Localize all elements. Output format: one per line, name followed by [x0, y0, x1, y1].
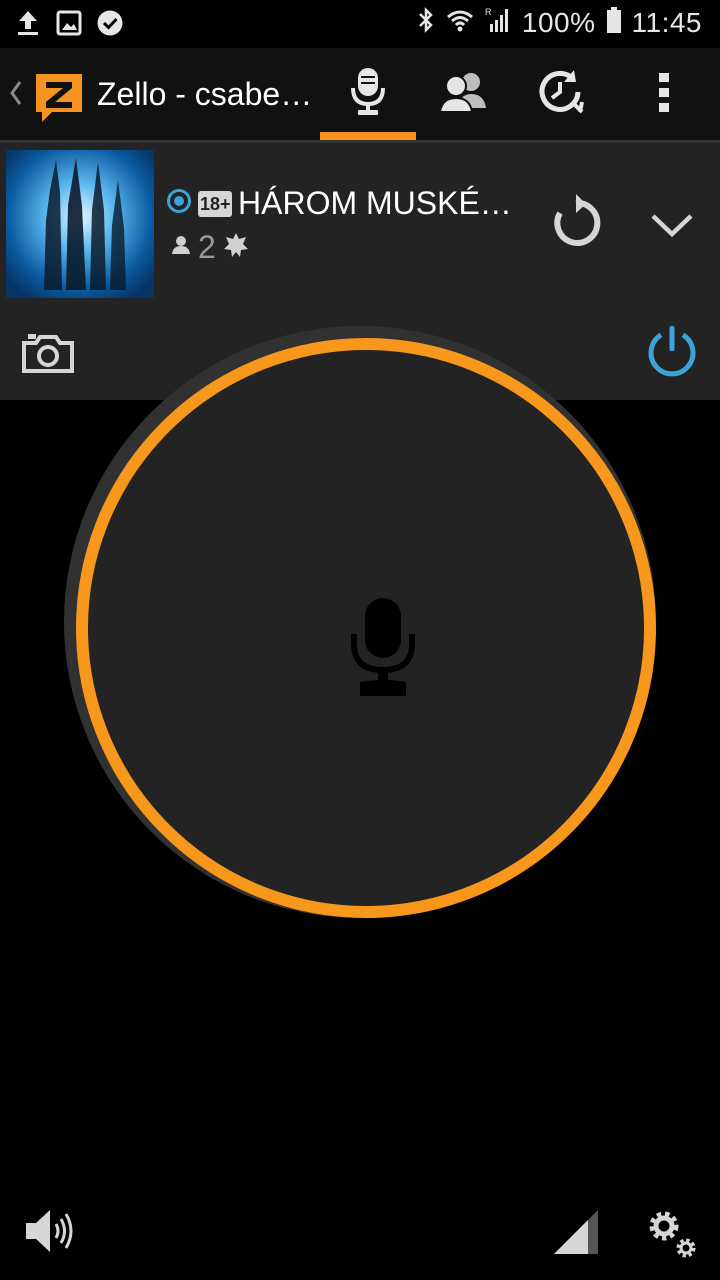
refresh-icon	[546, 194, 606, 257]
check-circle-icon	[96, 9, 124, 42]
tab-talk[interactable]	[320, 48, 416, 140]
user-icon	[170, 234, 192, 261]
push-to-talk-ring	[76, 338, 656, 918]
image-icon	[56, 9, 82, 42]
battery-icon	[606, 6, 622, 39]
settings-icon	[644, 1211, 700, 1266]
wifi-icon	[446, 6, 474, 39]
zello-logo-icon[interactable]	[30, 68, 88, 131]
star-badge-icon	[222, 231, 250, 264]
channel-user-count: 2	[198, 229, 216, 265]
expand-button[interactable]	[645, 198, 699, 252]
volume-button[interactable]	[22, 1204, 76, 1258]
signal-roaming-icon: R	[484, 6, 512, 39]
history-icon	[534, 66, 586, 123]
clock: 11:45	[631, 6, 702, 38]
overflow-menu-button[interactable]	[616, 48, 712, 140]
volume-icon	[22, 1210, 76, 1262]
power-button[interactable]	[644, 323, 700, 379]
channel-avatar[interactable]	[6, 150, 154, 298]
bluetooth-icon	[416, 6, 436, 39]
app-toolbar: Zello - csabe…	[0, 48, 720, 140]
camera-button[interactable]	[22, 333, 74, 373]
microphone-icon	[348, 66, 388, 123]
app-title[interactable]: Zello - csabe…	[97, 76, 312, 113]
age-badge-label: 18+	[200, 193, 231, 214]
signal-icon	[552, 1208, 600, 1261]
upload-icon	[14, 8, 42, 43]
status-bar: R 100% 11:45	[0, 0, 720, 48]
svg-text:R: R	[485, 7, 492, 17]
battery-level: 100%	[521, 6, 596, 38]
channel-status-icon	[166, 188, 192, 219]
zello-screen: R 100% 11:45 Zello - csabe… 18+ HÁROM MU…	[0, 0, 720, 1280]
tab-history[interactable]	[512, 48, 608, 140]
contacts-icon	[438, 70, 490, 119]
channel-name[interactable]: HÁROM MUSKÉ…	[238, 185, 512, 222]
age-badge: 18+	[198, 190, 232, 217]
push-to-talk-button[interactable]	[64, 326, 656, 918]
settings-button[interactable]	[644, 1206, 700, 1262]
more-vertical-icon	[658, 72, 670, 117]
active-tab-indicator	[320, 132, 416, 140]
chevron-down-icon	[645, 214, 699, 256]
reconnect-button[interactable]	[546, 193, 606, 253]
tab-contacts[interactable]	[416, 48, 512, 140]
power-icon	[644, 326, 700, 383]
back-chevron-icon[interactable]	[6, 76, 24, 115]
microphone-icon	[350, 598, 416, 703]
camera-icon	[22, 334, 74, 377]
